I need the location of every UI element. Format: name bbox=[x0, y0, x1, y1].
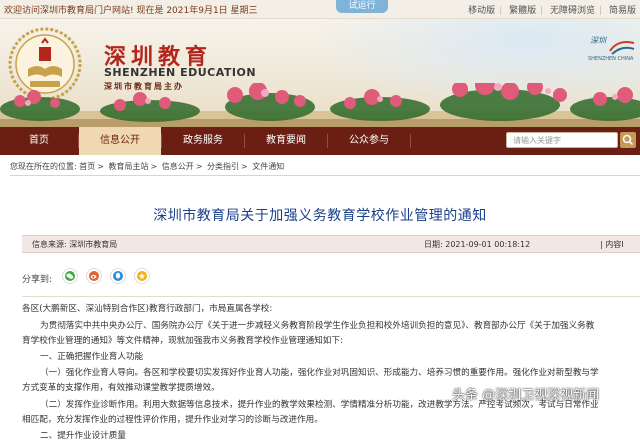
city-logo-mark-icon bbox=[609, 41, 635, 55]
article-font-size-control[interactable]: | 内容I bbox=[600, 239, 624, 250]
body-paragraph-2-line-2: 育学校作业管理的通知》等文件精神，现就加强我市义务教育学校作业管理通知如下: bbox=[22, 336, 343, 346]
top-bar: 欢迎访问深圳市教育局门户网站! 现在是 2021年9月1日 星期三 试运行 移动… bbox=[0, 0, 640, 19]
body-paragraph-3-line-1: （一）强化作业育人导向。各区和学校要切实发挥好作业育人功能，强化作业对巩固知识、… bbox=[40, 368, 599, 378]
site-banner: 深圳教育 SHENZHEN EDUCATION 深圳市教育局主办 深圳 SHEN… bbox=[0, 19, 640, 127]
wechat-icon bbox=[65, 271, 75, 281]
weibo-icon bbox=[89, 271, 99, 281]
shenzhen-city-logo: 深圳 SHENZHEN CHINA bbox=[586, 33, 640, 73]
nav-home[interactable]: 首页 bbox=[0, 127, 78, 155]
trial-badge: 试运行 bbox=[336, 0, 388, 13]
search-input[interactable]: 请输入关键字 bbox=[506, 132, 618, 148]
article-info-bar: 信息来源: 深圳市教育局 日期: 2021-09-01 00:18:12 | 内… bbox=[22, 235, 640, 253]
nav-education-news[interactable]: 教育要闻 bbox=[245, 127, 327, 155]
top-link-traditional[interactable]: 繁體版 bbox=[509, 6, 536, 16]
article-title: 深圳市教育局关于加强义务教育学校作业管理的通知 bbox=[153, 208, 487, 224]
breadcrumb-category-guide[interactable]: 分类指引 bbox=[207, 162, 239, 171]
body-paragraph-3-line-2: 方式变革的支撑作用，有效推动课堂教学提质增效。 bbox=[22, 383, 220, 393]
banner-flowers-illustration bbox=[0, 83, 640, 127]
section-heading-2: 二、提升作业设计质量 bbox=[40, 431, 126, 441]
breadcrumb-file-notice[interactable]: 文件通知 bbox=[252, 162, 284, 171]
share-qq-button[interactable] bbox=[110, 268, 126, 284]
body-paragraph-4-line-2: 相匹配，充分发挥作业的过程性评价作用，提升作业对学习的诊断与改进作用。 bbox=[22, 415, 323, 425]
watermark: 头条 @深圳卫视深视新闻 bbox=[452, 388, 600, 403]
share-wechat-button[interactable] bbox=[62, 268, 78, 284]
breadcrumb-info-disclosure[interactable]: 信息公开 bbox=[162, 162, 194, 171]
city-logo-en: SHENZHEN CHINA bbox=[588, 56, 634, 62]
breadcrumb: 您现在所在的位置: 首页 > 教育局主站 > 信息公开 > 分类指引 > 文件通知 bbox=[10, 162, 285, 171]
nav-public-participation[interactable]: 公众参与 bbox=[328, 127, 410, 155]
top-links: 移动版 | 繁體版 | 无障碍浏览 | 简易版 bbox=[468, 6, 636, 16]
breadcrumb-main-site[interactable]: 教育局主站 bbox=[109, 162, 149, 171]
top-link-simple[interactable]: 简易版 bbox=[609, 6, 636, 16]
body-paragraph-1: 各区(大鹏新区、深汕特别合作区)教育行政部门，市局直属各学校: bbox=[22, 304, 273, 314]
breadcrumb-home[interactable]: 首页 bbox=[79, 162, 95, 171]
content-divider bbox=[22, 296, 640, 297]
top-link-mobile[interactable]: 移动版 bbox=[468, 6, 495, 16]
search-icon bbox=[622, 134, 634, 146]
share-label: 分享到: bbox=[22, 275, 53, 285]
share-qzone-button[interactable] bbox=[134, 268, 150, 284]
qzone-icon bbox=[137, 271, 147, 281]
article-date: 日期: 2021-09-01 00:18:12 bbox=[424, 240, 531, 249]
breadcrumb-divider bbox=[10, 175, 640, 176]
article-source: 信息来源: 深圳市教育局 bbox=[32, 240, 118, 249]
nav-info-disclosure[interactable]: 信息公开 bbox=[79, 127, 161, 155]
site-en-name: SHENZHEN EDUCATION bbox=[104, 66, 257, 79]
search-button[interactable] bbox=[620, 132, 636, 148]
share-weibo-button[interactable] bbox=[86, 268, 102, 284]
main-nav: 首页 信息公开 政务服务 教育要闻 公众参与 请输入关键字 bbox=[0, 127, 640, 155]
body-paragraph-2-line-1: 为贯彻落实中共中央办公厅、国务院办公厅《关于进一步减轻义务教育阶段学生作业负担和… bbox=[40, 321, 595, 331]
breadcrumb-prefix: 您现在所在的位置: bbox=[10, 162, 77, 171]
section-heading-1: 一、正确把握作业育人功能 bbox=[40, 352, 144, 362]
top-link-accessibility[interactable]: 无障碍浏览 bbox=[550, 6, 595, 16]
welcome-text: 欢迎访问深圳市教育局门户网站! 现在是 2021年9月1日 星期三 bbox=[4, 6, 258, 16]
city-logo-cn: 深圳 bbox=[590, 36, 606, 45]
nav-gov-services[interactable]: 政务服务 bbox=[162, 127, 244, 155]
qq-icon bbox=[113, 271, 123, 281]
